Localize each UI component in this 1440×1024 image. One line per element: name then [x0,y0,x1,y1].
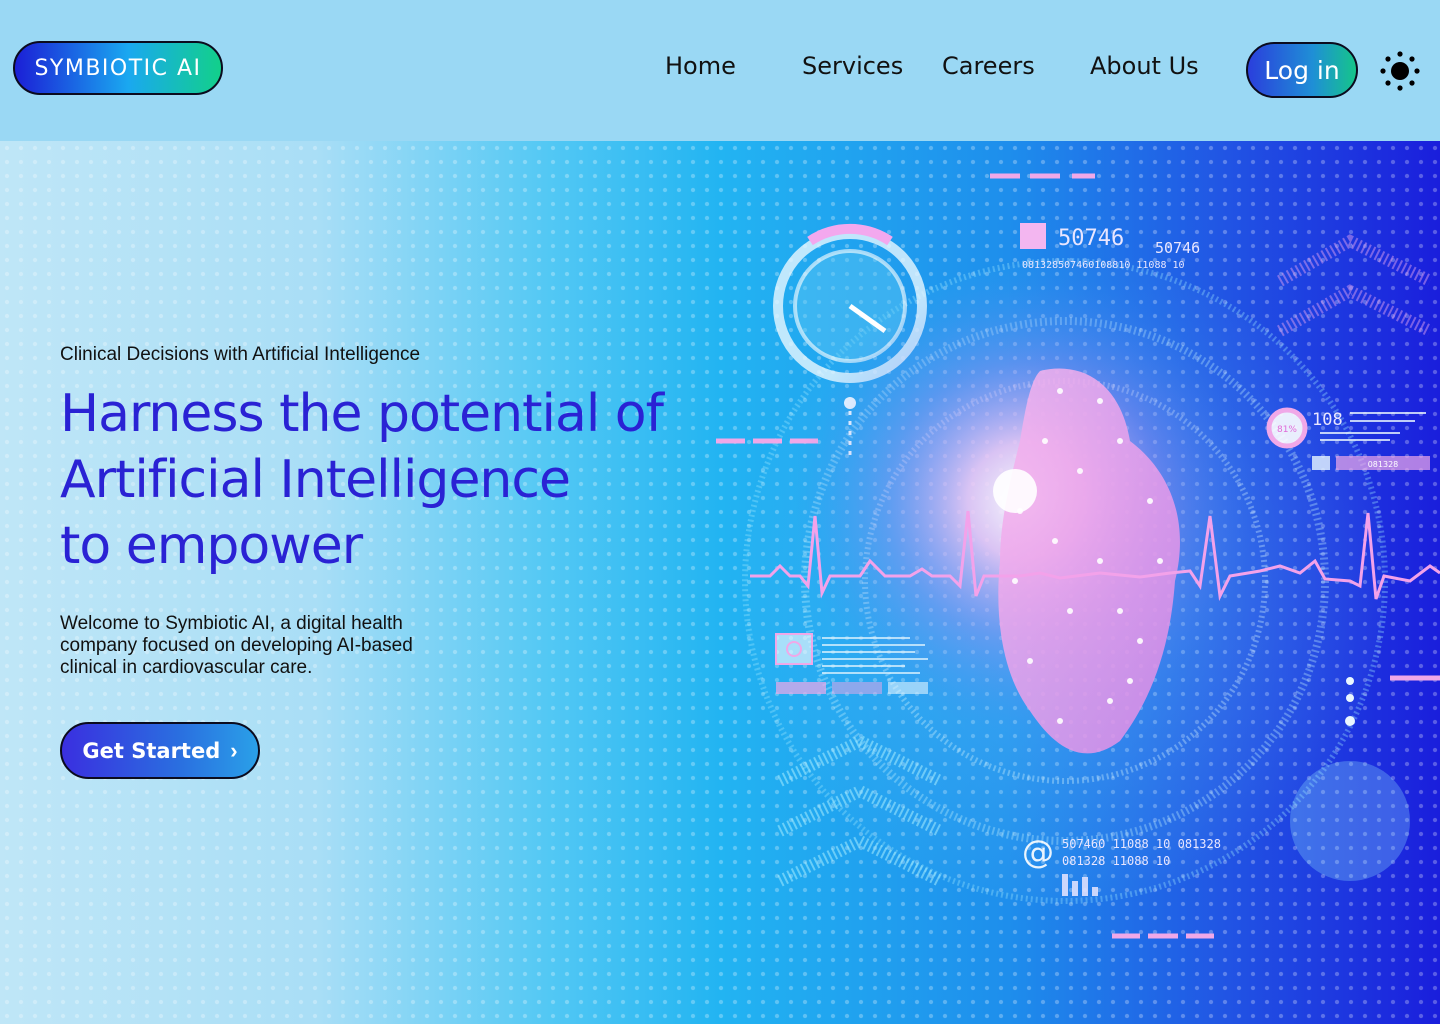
readout-side-tag: 081328 [1368,460,1399,469]
readout-code-large: 50746 [1058,226,1124,251]
chevron-right-icon: › [230,737,238,763]
brand-logo[interactable]: SYMBIOTIC AI [13,41,223,95]
nav-careers-link[interactable]: Careers [942,52,1035,80]
hero-eyebrow: Clinical Decisions with Artificial Intel… [60,344,421,365]
site-header: SYMBIOTIC AI Home Services Careers About… [0,0,1440,141]
get-started-button[interactable]: Get Started › [60,722,260,779]
hero-headline-line-1: Harness the potential of [60,384,664,444]
hero-intro-text: Welcome to Symbiotic AI, a digital healt… [60,613,413,678]
hero-heart-illustration: 50746 50746 081328507460108810 11088 10 … [716,173,1440,939]
get-started-label: Get Started [82,738,221,763]
readout-code-strip: 081328507460108810 11088 10 [1022,260,1185,271]
hero-section: 50746 50746 081328507460108810 11088 10 … [0,141,1440,1024]
readout-gauge-percent: 81% [1277,425,1297,435]
readout-side-value: 108 [1312,410,1343,430]
hero-headline-line-2: Artificial Intelligence [60,450,571,510]
nav-about-us-link[interactable]: About Us [1090,52,1199,80]
svg-text:@: @ [1022,833,1054,871]
readout-footer-code-1: 507460 11088 10 081328 [1062,837,1221,851]
brand-logo-text: SYMBIOTIC AI [34,55,202,81]
nav-home-link[interactable]: Home [665,52,736,80]
hero-headline-line-3: to empower [60,516,363,576]
sun-icon [1380,51,1420,91]
theme-toggle-button[interactable] [1378,49,1422,93]
login-button-label: Log in [1264,55,1340,85]
nav-services-link[interactable]: Services [802,52,903,80]
login-button[interactable]: Log in [1246,42,1358,98]
readout-footer-code-2: 081328 11088 10 [1062,854,1170,868]
readout-code-small: 50746 [1155,239,1200,257]
hero-headline: Harness the potential of Artificial Inte… [60,381,700,579]
